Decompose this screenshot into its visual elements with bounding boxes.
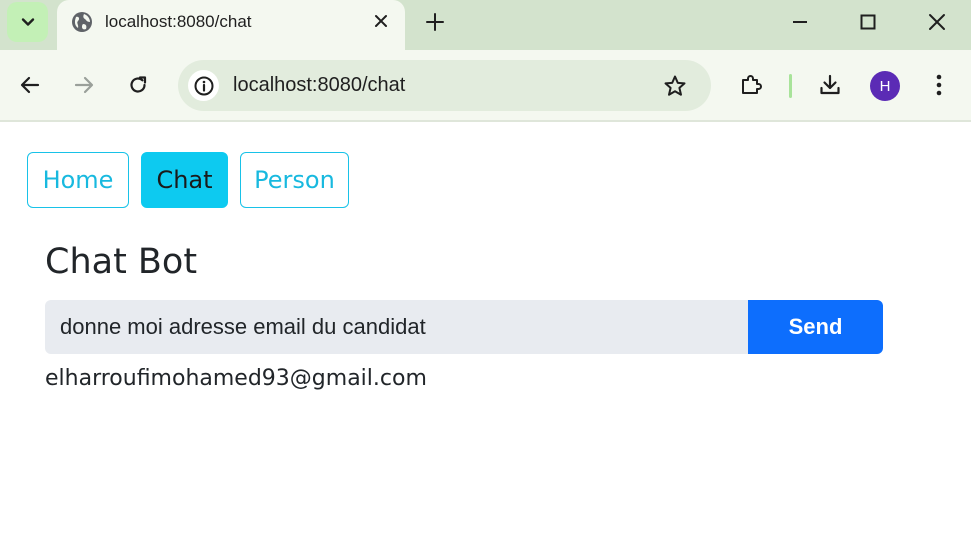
puzzle-icon [742, 75, 762, 94]
plus-icon [426, 13, 444, 31]
extensions-button[interactable] [737, 71, 765, 99]
bookmark-button[interactable] [661, 72, 689, 100]
back-button[interactable] [16, 71, 44, 99]
close-icon [929, 14, 945, 30]
close-icon [375, 15, 387, 27]
nav-person-button[interactable]: Person [240, 152, 349, 208]
forward-button[interactable] [70, 71, 98, 99]
address-bar[interactable]: localhost:8080/chat [178, 60, 711, 111]
page-title: Chat Bot [45, 242, 198, 282]
downloads-button[interactable] [816, 71, 844, 99]
maximize-icon [860, 14, 876, 30]
maximize-button[interactable] [854, 8, 882, 36]
browser-menu-button[interactable] [925, 71, 953, 99]
browser-tab-active[interactable]: localhost:8080/chat [57, 0, 405, 50]
profile-avatar[interactable]: H [870, 71, 900, 101]
arrow-right-icon [74, 76, 94, 94]
browser-toolbar: localhost:8080/chat H [0, 50, 971, 120]
arrow-left-icon [20, 76, 40, 94]
nav-home-button[interactable]: Home [27, 152, 129, 208]
site-info-button[interactable] [188, 70, 219, 101]
minimize-icon [793, 21, 807, 23]
send-button[interactable]: Send [748, 300, 883, 354]
nav-chat-button[interactable]: Chat [141, 152, 228, 208]
reload-button[interactable] [124, 71, 152, 99]
star-icon [664, 75, 686, 96]
tab-strip: localhost:8080/chat [0, 0, 971, 50]
url-text[interactable]: localhost:8080/chat [233, 74, 405, 97]
download-icon [820, 74, 840, 95]
tab-close-button[interactable] [371, 11, 391, 31]
tab-search-button[interactable] [7, 2, 48, 42]
toolbar-border [0, 120, 971, 122]
info-icon [194, 76, 213, 95]
kebab-menu-icon [936, 74, 942, 96]
tab-title: localhost:8080/chat [105, 12, 252, 31]
chevron-down-icon [21, 18, 34, 26]
minimize-button[interactable] [786, 8, 814, 36]
chat-response: elharroufimohamed93@gmail.com [45, 366, 427, 391]
window-close-button[interactable] [923, 8, 951, 36]
new-tab-button[interactable] [422, 9, 448, 35]
reload-icon [130, 76, 147, 93]
toolbar-divider [789, 74, 792, 98]
globe-icon [71, 11, 92, 32]
chat-question-input[interactable] [45, 300, 749, 354]
